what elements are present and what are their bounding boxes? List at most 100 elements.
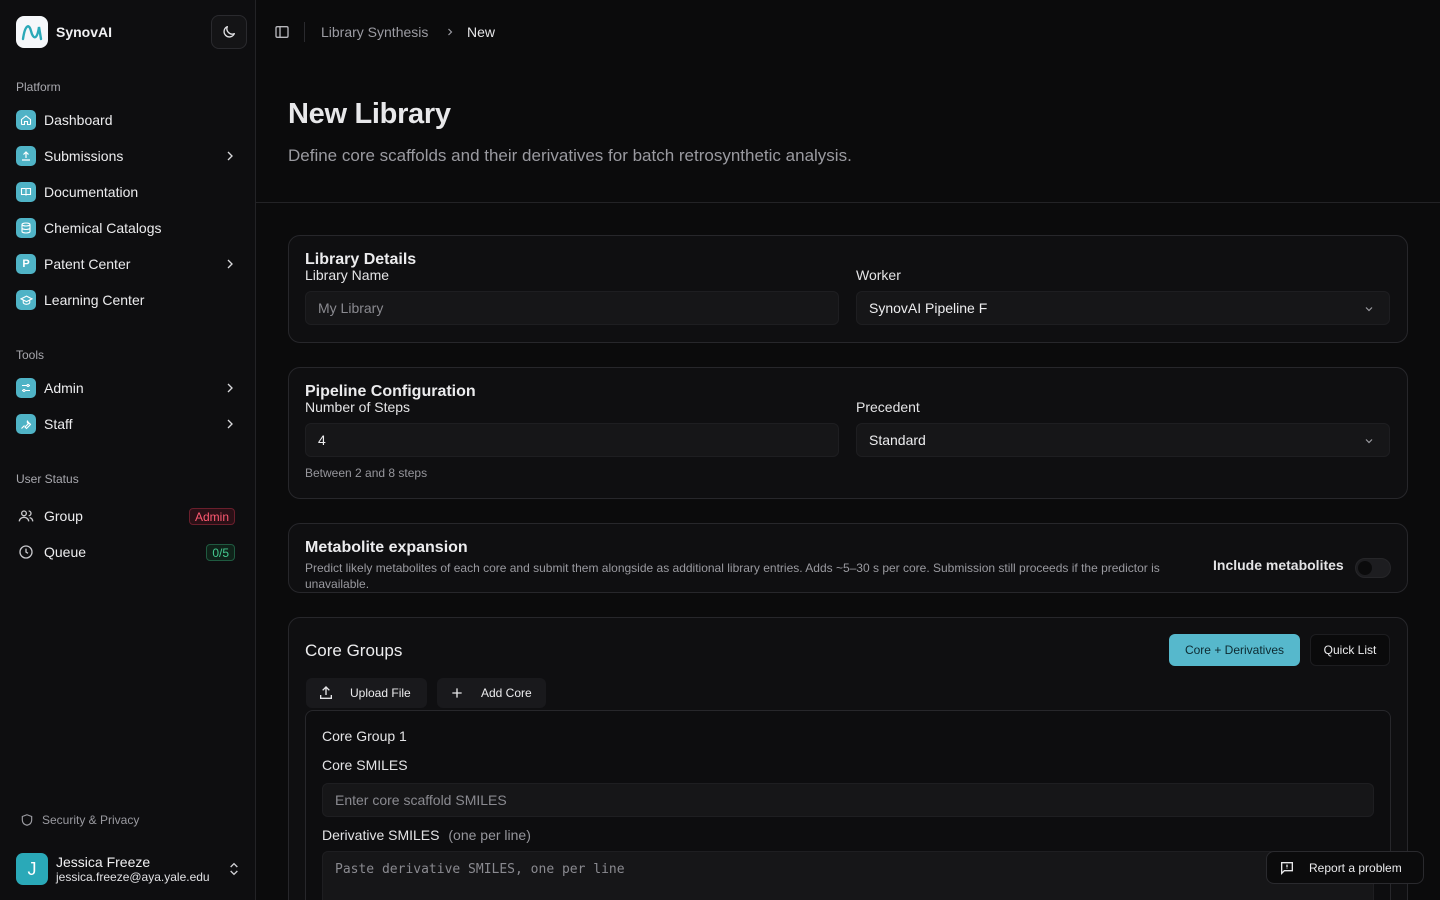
- worker-label: Worker: [856, 267, 901, 283]
- sidebar-toggle-icon[interactable]: [274, 24, 290, 40]
- database-icon: [16, 218, 36, 238]
- home-icon: [16, 110, 36, 130]
- pipeline-configuration-card: Pipeline Configuration Number of Steps 4…: [288, 367, 1408, 499]
- queue-badge: 0/5: [206, 544, 235, 561]
- breadcrumb-parent[interactable]: Library Synthesis: [321, 24, 428, 40]
- toggle-knob: [1358, 561, 1372, 575]
- upload-icon: [318, 685, 334, 701]
- chevron-right-icon: [227, 151, 233, 161]
- page-title: New Library: [288, 98, 451, 130]
- precedent-select[interactable]: Standard: [856, 423, 1390, 457]
- derivative-smiles-label-text: Derivative SMILES: [322, 827, 440, 843]
- core-derivatives-mode-button[interactable]: Core + Derivatives: [1169, 634, 1300, 666]
- user-name: Jessica Freeze: [56, 853, 151, 870]
- derivative-smiles-textarea[interactable]: Paste derivative SMILES, one per line: [322, 851, 1374, 900]
- steps-label: Number of Steps: [305, 399, 411, 415]
- sidebar-item-label: Admin: [44, 380, 84, 396]
- book-icon: [16, 182, 36, 202]
- sidebar-item-patent-center[interactable]: P Patent Center: [8, 248, 248, 280]
- chevron-right-icon: [227, 383, 233, 393]
- chevron-right-icon: [227, 419, 233, 429]
- precedent-label: Precedent: [856, 399, 920, 415]
- derivative-smiles-label: Derivative SMILES (one per line): [322, 827, 531, 843]
- library-name-label: Library Name: [305, 267, 390, 283]
- sidebar-item-label: Learning Center: [44, 292, 145, 308]
- user-menu[interactable]: J Jessica Freeze jessica.freeze@aya.yale…: [16, 852, 246, 886]
- chevron-down-icon: [1365, 439, 1373, 444]
- users-icon: [16, 506, 36, 526]
- include-metabolites-toggle[interactable]: [1355, 558, 1391, 578]
- breadcrumb-current: New: [467, 24, 496, 40]
- security-privacy-link[interactable]: Security & Privacy: [20, 813, 139, 827]
- sidebar-item-label: Patent Center: [44, 256, 131, 272]
- sidebar-item-staff[interactable]: Staff: [8, 408, 248, 440]
- sliders-icon: [16, 378, 36, 398]
- sidebar-item-dashboard[interactable]: Dashboard: [8, 104, 248, 136]
- graduation-cap-icon: [16, 290, 36, 310]
- message-square-icon: [1279, 860, 1295, 876]
- page-header: New Library Define core scaffolds and th…: [256, 64, 1440, 203]
- worker-select[interactable]: SynovAI Pipeline F: [856, 291, 1390, 325]
- sidebar-item-admin[interactable]: Admin: [8, 372, 248, 404]
- metabolite-expansion-card: Metabolite expansion Predict likely meta…: [288, 523, 1408, 593]
- add-core-button[interactable]: Add Core: [437, 678, 546, 708]
- plus-icon: [449, 685, 465, 701]
- sidebar-item-label: Submissions: [44, 148, 124, 164]
- derivative-smiles-note: (one per line): [448, 827, 531, 843]
- library-name-input[interactable]: My Library: [305, 291, 839, 325]
- page-subtitle: Define core scaffolds and their derivati…: [288, 146, 852, 165]
- worker-select-value: SynovAI Pipeline F: [869, 300, 988, 316]
- card-title: Metabolite expansion: [305, 539, 468, 556]
- sidebar: SynovAI Platform Dashboard Submissions D…: [0, 0, 256, 900]
- sidebar-item-chemical-catalogs[interactable]: Chemical Catalogs: [8, 212, 248, 244]
- upload-file-label: Upload File: [350, 686, 411, 700]
- sidebar-item-label: Staff: [44, 416, 73, 432]
- steps-hint: Between 2 and 8 steps: [305, 466, 428, 480]
- section-label-platform: Platform: [16, 80, 61, 94]
- core-groups-card: Core Groups Core + Derivatives Quick Lis…: [288, 617, 1408, 900]
- role-badge: Admin: [188, 508, 235, 525]
- top-bar: Library Synthesis New: [256, 0, 1440, 64]
- brand[interactable]: SynovAI: [16, 16, 112, 48]
- report-problem-button[interactable]: Report a problem: [1266, 851, 1424, 884]
- chevrons-up-down-icon: [230, 862, 238, 876]
- precedent-select-value: Standard: [869, 432, 926, 448]
- library-details-card: Library Details Library Name My Library …: [288, 235, 1408, 343]
- core-group-card: Core Group 1 Core SMILES Enter core scaf…: [305, 710, 1391, 900]
- user-email: jessica.freeze@aya.yale.edu: [56, 869, 210, 884]
- sidebar-item-label: Group: [44, 508, 83, 524]
- chevron-right-icon: [448, 28, 453, 36]
- sidebar-item-group[interactable]: Group Admin: [8, 500, 248, 532]
- section-label-tools: Tools: [16, 348, 45, 362]
- p-icon: P: [16, 254, 36, 274]
- core-smiles-input[interactable]: Enter core scaffold SMILES: [322, 783, 1374, 817]
- include-metabolites-label: Include metabolites: [1213, 557, 1344, 573]
- security-privacy-label: Security & Privacy: [42, 813, 140, 827]
- brand-name: SynovAI: [56, 24, 113, 40]
- card-title: Core Groups: [305, 641, 403, 660]
- sidebar-item-documentation[interactable]: Documentation: [8, 176, 248, 208]
- sidebar-item-learning-center[interactable]: Learning Center: [8, 284, 248, 316]
- sidebar-item-submissions[interactable]: Submissions: [8, 140, 248, 172]
- theme-toggle-button[interactable]: [211, 15, 247, 49]
- wrench-icon: [16, 414, 36, 434]
- sidebar-item-label: Chemical Catalogs: [44, 220, 162, 236]
- steps-input[interactable]: 4: [305, 423, 839, 457]
- chevron-down-icon: [1365, 307, 1373, 312]
- section-label-user-status: User Status: [16, 472, 79, 486]
- sidebar-item-queue[interactable]: Queue 0/5: [8, 536, 248, 568]
- sidebar-item-label: Queue: [44, 544, 87, 560]
- clock-icon: [16, 542, 36, 562]
- core-smiles-label: Core SMILES: [322, 757, 408, 773]
- metabolite-description: Predict likely metabolites of each core …: [305, 561, 1160, 591]
- quick-list-mode-button[interactable]: Quick List: [1310, 634, 1390, 666]
- synovai-logo-icon: [16, 16, 48, 48]
- upload-icon: [16, 146, 36, 166]
- moon-icon: [223, 26, 235, 38]
- sidebar-item-label: Dashboard: [44, 112, 113, 128]
- divider: [304, 22, 305, 42]
- report-problem-label: Report a problem: [1309, 860, 1402, 875]
- avatar: J: [16, 853, 48, 885]
- shield-icon: [21, 814, 33, 826]
- upload-file-button[interactable]: Upload File: [306, 678, 427, 708]
